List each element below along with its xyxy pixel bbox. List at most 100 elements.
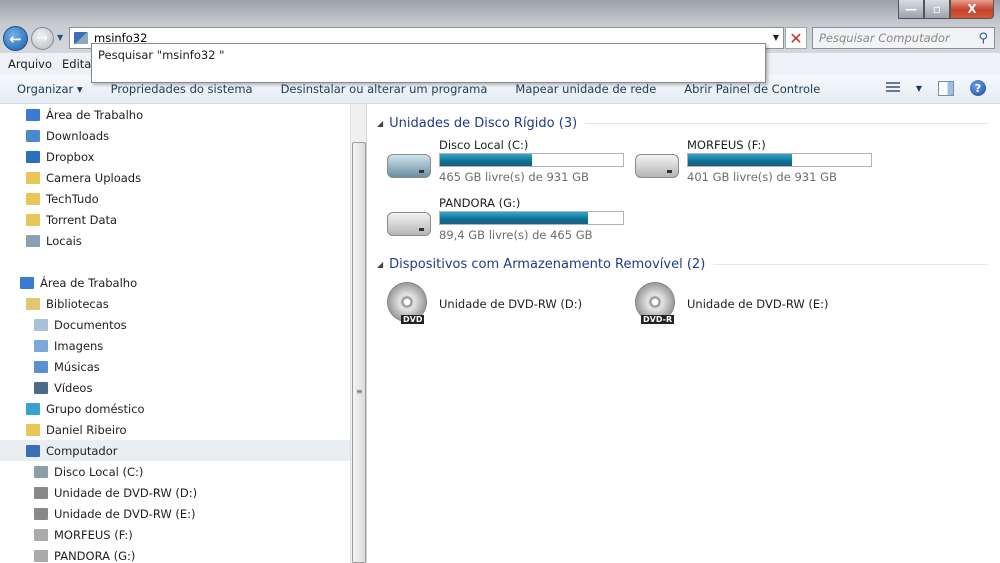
suggestion-item[interactable]: Pesquisar "msinfo32 " — [98, 48, 759, 62]
sidebar-item[interactable]: Área de Trabalho — [0, 272, 350, 293]
maximize-button[interactable]: ▫ — [924, 0, 950, 19]
address-dropdown-icon[interactable]: ▼ — [773, 33, 779, 42]
sidebar-item[interactable]: MORFEUS (F:) — [0, 524, 350, 545]
music-icon — [34, 360, 48, 373]
minimize-button[interactable]: — — [898, 0, 924, 19]
view-dropdown-icon[interactable]: ▼ — [916, 84, 922, 93]
menu-arquivo[interactable]: Arquivo — [8, 57, 52, 71]
downloads-icon — [26, 129, 40, 142]
group-header-removable[interactable]: ◢ Dispositivos com Armazenamento Removív… — [377, 257, 987, 272]
sidebar-item-label: Daniel Ribeiro — [46, 422, 127, 437]
hard-drive-icon — [387, 212, 431, 236]
navigation-pane-scrollbar[interactable]: ≡ — [350, 104, 367, 563]
sidebar-item-label: Área de Trabalho — [46, 107, 144, 122]
search-icon[interactable]: ⚲ — [978, 31, 988, 46]
sidebar-item-label: Vídeos — [54, 380, 93, 395]
hdd-icon — [34, 465, 48, 478]
dvd-icon — [34, 486, 48, 499]
forward-button[interactable]: → — [31, 27, 54, 50]
scrollbar-thumb[interactable]: ≡ — [352, 142, 366, 563]
sidebar-item[interactable]: Músicas — [0, 356, 350, 377]
clear-address-button[interactable]: ✕ — [785, 27, 807, 49]
sidebar-item[interactable]: PANDORA (G:) — [0, 545, 350, 563]
sidebar-item[interactable]: Locais — [0, 230, 350, 251]
change-view-icon[interactable] — [885, 82, 900, 94]
user-folder-icon — [26, 423, 40, 436]
sidebar-item-label: Computador — [46, 443, 118, 458]
sidebar-item-label: Área de Trabalho — [40, 275, 138, 290]
drive-name: PANDORA (G:) — [439, 196, 521, 210]
close-button[interactable]: X — [950, 0, 994, 19]
title-bar: — ▫ X — [0, 0, 1000, 26]
hard-drive-icon — [387, 154, 431, 178]
open-control-panel-button[interactable]: Abrir Painel de Controle — [684, 82, 820, 96]
search-box[interactable]: ⚲ — [812, 27, 995, 49]
dvd-drive-name: Unidade de DVD-RW (D:) — [439, 297, 583, 311]
sidebar-item[interactable]: Camera Uploads — [0, 167, 350, 188]
collapse-icon[interactable]: ◢ — [377, 119, 383, 128]
sidebar-item[interactable]: Documentos — [0, 314, 350, 335]
uninstall-program-button[interactable]: Desinstalar ou alterar um programa — [281, 82, 488, 96]
sidebar-item[interactable]: Grupo doméstico — [0, 398, 350, 419]
sidebar-item-label: Locais — [46, 233, 82, 248]
dvd-icon — [34, 507, 48, 520]
drive-free-space: 89,4 GB livre(s) de 465 GB — [439, 228, 593, 242]
sidebar-item[interactable]: Imagens — [0, 335, 350, 356]
sidebar-item[interactable]: Vídeos — [0, 377, 350, 398]
group-header-hard-disks[interactable]: ◢ Unidades de Disco Rígido (3) — [377, 116, 987, 131]
libraries-icon — [26, 297, 40, 310]
dvd-disc-icon: DVD — [387, 282, 427, 324]
sidebar-item-label: Bibliotecas — [46, 296, 109, 311]
collapse-icon[interactable]: ◢ — [377, 260, 383, 269]
dvd-drive-item[interactable]: DVD-R Unidade de DVD-RW (E:) — [635, 280, 875, 338]
sidebar-item[interactable]: Unidade de DVD-RW (D:) — [0, 482, 350, 503]
system-properties-button[interactable]: Propriedades do sistema — [111, 82, 253, 96]
preview-pane-icon[interactable] — [938, 80, 954, 96]
sidebar-item[interactable]: Bibliotecas — [0, 293, 350, 314]
hdd-icon — [34, 528, 48, 541]
sidebar-item-label: Torrent Data — [46, 212, 118, 227]
recent-pages-dropdown[interactable]: ▼ — [57, 33, 63, 42]
computer-icon — [26, 444, 40, 457]
search-input[interactable] — [819, 31, 969, 45]
sidebar-item[interactable]: Computador — [0, 440, 350, 461]
sidebar-item-label: Documentos — [54, 317, 127, 332]
sidebar-item-label: Dropbox — [46, 149, 95, 164]
drive-item[interactable]: PANDORA (G:) 89,4 GB livre(s) de 465 GB — [387, 196, 627, 254]
drive-usage-fill — [688, 154, 793, 166]
sidebar-item[interactable]: Disco Local (C:) — [0, 461, 350, 482]
videos-icon — [34, 381, 48, 394]
drive-name: MORFEUS (F:) — [687, 138, 766, 152]
sidebar-item[interactable]: Daniel Ribeiro — [0, 419, 350, 440]
dvd-drive-item[interactable]: DVD Unidade de DVD-RW (D:) — [387, 280, 627, 338]
sidebar-item[interactable]: Unidade de DVD-RW (E:) — [0, 503, 350, 524]
sidebar-item[interactable]: TechTudo — [0, 188, 350, 209]
sidebar-item-label: Downloads — [46, 128, 110, 143]
sidebar-item[interactable]: Torrent Data — [0, 209, 350, 230]
desktop-icon — [26, 108, 40, 121]
desktop-icon — [20, 276, 34, 289]
folder-icon — [26, 213, 40, 226]
back-button[interactable]: ← — [3, 26, 28, 51]
drive-item[interactable]: MORFEUS (F:) 401 GB livre(s) de 931 GB — [635, 138, 875, 196]
dvd-drive-name: Unidade de DVD-RW (E:) — [687, 297, 829, 311]
drive-free-space: 465 GB livre(s) de 931 GB — [439, 170, 589, 184]
sidebar-item-label: TechTudo — [46, 191, 99, 206]
sidebar-item-label: Unidade de DVD-RW (E:) — [54, 506, 196, 521]
documents-icon — [34, 318, 48, 331]
organize-button[interactable]: Organizar ▾ — [17, 82, 83, 96]
sidebar-item[interactable]: Área de Trabalho — [0, 104, 350, 125]
pictures-icon — [34, 339, 48, 352]
drive-item[interactable]: Disco Local (C:) 465 GB livre(s) de 931 … — [387, 138, 627, 196]
dvd-badge: DVD — [401, 315, 425, 324]
dropbox-icon — [26, 150, 40, 163]
sidebar-item[interactable]: Downloads — [0, 125, 350, 146]
sidebar-item-label: Camera Uploads — [46, 170, 142, 185]
map-network-drive-button[interactable]: Mapear unidade de rede — [515, 82, 656, 96]
drive-usage-fill — [440, 154, 532, 166]
address-suggestion-dropdown: Pesquisar "msinfo32 " — [91, 43, 766, 83]
help-icon[interactable]: ? — [970, 80, 986, 96]
sidebar-item-label: MORFEUS (F:) — [54, 527, 133, 542]
drive-usage-bar — [439, 153, 624, 167]
sidebar-item[interactable]: Dropbox — [0, 146, 350, 167]
